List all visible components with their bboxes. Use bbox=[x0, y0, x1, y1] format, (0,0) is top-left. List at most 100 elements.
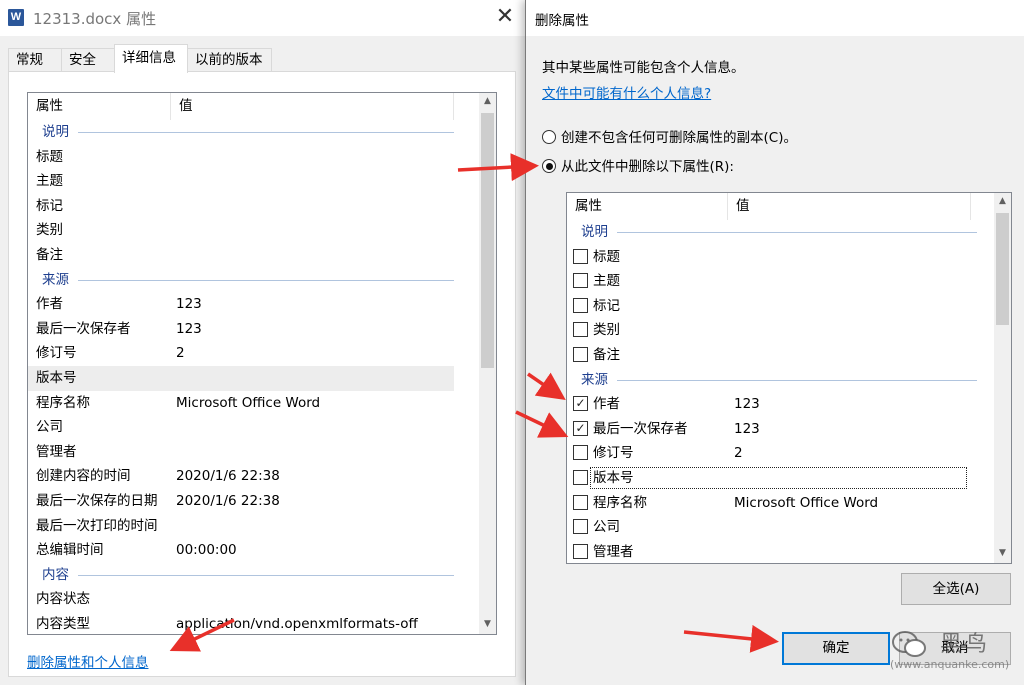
checkbox[interactable] bbox=[573, 297, 588, 313]
table-row[interactable]: 修订号 2 bbox=[28, 341, 454, 366]
property-name: 类别 bbox=[593, 322, 620, 339]
table-row[interactable]: 程序名称 Microsoft Office Word bbox=[567, 491, 977, 516]
checkbox-checked[interactable]: ✓ bbox=[573, 420, 588, 436]
table-row[interactable]: 内容状态 bbox=[28, 587, 454, 612]
table-row[interactable]: 类别 bbox=[567, 318, 977, 343]
table-row[interactable]: 作者 123 bbox=[28, 292, 454, 317]
table-row[interactable]: 备注 bbox=[28, 243, 454, 268]
property-rows: 说明 标题 主题 标记 类别 备注 来源 作者 123 最后一次保存者 123 修订号 2 版本号 程序名称… bbox=[28, 120, 454, 634]
checkbox[interactable] bbox=[573, 543, 588, 559]
scroll-down-arrow-icon[interactable]: ▼ bbox=[479, 616, 496, 633]
checkbox[interactable] bbox=[573, 519, 588, 535]
scroll-down-arrow-icon[interactable]: ▼ bbox=[994, 545, 1011, 562]
focus-rectangle bbox=[590, 466, 967, 489]
remove-properties-dialog: 删除属性 其中某些属性可能包含个人信息。 文件中可能有什么个人信息? 创建不包含… bbox=[525, 0, 1024, 685]
property-value: Microsoft Office Word bbox=[176, 394, 321, 411]
column-header-property[interactable]: 属性 bbox=[28, 93, 171, 120]
column-header-value[interactable]: 值 bbox=[728, 193, 971, 220]
property-name: 公司 bbox=[593, 519, 620, 536]
checkbox[interactable] bbox=[573, 494, 588, 510]
table-row[interactable]: 最后一次打印的时间 bbox=[28, 514, 454, 539]
checkbox[interactable] bbox=[573, 322, 588, 338]
table-row[interactable]: 修订号 2 bbox=[567, 441, 977, 466]
property-list[interactable]: 属性 值 说明标题主题标记类别 备注来源作者 123 最后一次保存者 123 修订号 2 版本… bbox=[27, 92, 497, 635]
table-row[interactable]: 程序名称 Microsoft Office Word bbox=[28, 391, 454, 416]
table-row[interactable]: ✓ 最后一次保存者 123 bbox=[567, 417, 977, 442]
properties-window: W 12313.docx 属性 ✕ 常规 安全 详细信息 以前的版本 属性 值 … bbox=[0, 0, 526, 685]
group-header-label: 内容 bbox=[42, 566, 69, 583]
table-row[interactable]: 最后一次保存者 123 bbox=[28, 317, 454, 342]
property-name: 标记 bbox=[36, 197, 63, 214]
table-row[interactable]: 标记 bbox=[28, 194, 454, 219]
select-all-button[interactable]: 全选(A) bbox=[901, 573, 1011, 605]
table-row[interactable]: 标题 bbox=[28, 145, 454, 170]
checkbox-checked[interactable]: ✓ bbox=[573, 396, 588, 412]
tab-previous-versions[interactable]: 以前的版本 bbox=[187, 48, 272, 73]
group-divider bbox=[78, 132, 454, 133]
option-remove-from-file[interactable]: 从此文件中删除以下属性(R): bbox=[542, 157, 734, 177]
info-text: 其中某些属性可能包含个人信息。 bbox=[542, 60, 745, 76]
table-row[interactable]: 主题 bbox=[567, 269, 977, 294]
scrollbar-thumb[interactable] bbox=[481, 113, 494, 368]
table-row[interactable]: 公司 bbox=[567, 515, 977, 540]
table-row[interactable]: 管理者 bbox=[567, 540, 977, 563]
column-header-value[interactable]: 值 bbox=[171, 93, 454, 120]
property-name: 内容类型 bbox=[36, 615, 90, 632]
property-name: 修订号 bbox=[36, 345, 77, 362]
property-name: 管理者 bbox=[593, 543, 634, 560]
property-name: 程序名称 bbox=[36, 394, 90, 411]
table-row[interactable]: 版本号 bbox=[28, 365, 454, 391]
table-row[interactable]: 类别 bbox=[28, 218, 454, 243]
property-value: 2020/1/6 22:38 bbox=[176, 468, 280, 485]
tab-details[interactable]: 详细信息 bbox=[114, 44, 188, 73]
dialog-title-bar: 删除属性 bbox=[526, 0, 1024, 36]
table-row[interactable]: 版本号 bbox=[567, 466, 977, 491]
group-header-label: 说明 bbox=[42, 124, 69, 140]
option-create-copy[interactable]: 创建不包含任何可删除属性的副本(C)。 bbox=[542, 128, 797, 148]
table-row[interactable]: 创建内容的时间 2020/1/6 22:38 bbox=[28, 464, 454, 489]
checkbox[interactable] bbox=[573, 469, 588, 485]
close-icon[interactable]: ✕ bbox=[490, 4, 520, 30]
scrollbar-thumb[interactable] bbox=[996, 213, 1009, 325]
title-bar: W 12313.docx 属性 ✕ bbox=[0, 0, 526, 36]
property-name: 最后一次保存者 bbox=[593, 420, 688, 437]
tab-general[interactable]: 常规 bbox=[8, 48, 62, 73]
group-header: 来源 bbox=[28, 268, 454, 293]
table-row[interactable]: 最后一次保存的日期 2020/1/6 22:38 bbox=[28, 489, 454, 514]
radio-remove-from-file[interactable] bbox=[542, 159, 556, 173]
vertical-scrollbar[interactable]: ▲ ▼ bbox=[479, 93, 496, 634]
checkbox[interactable] bbox=[573, 248, 588, 264]
group-divider bbox=[78, 574, 454, 576]
property-name: 内容状态 bbox=[36, 591, 90, 608]
table-row[interactable]: 总编辑时间 00:00:00 bbox=[28, 538, 454, 563]
property-name: 标题 bbox=[36, 148, 63, 165]
checkbox[interactable] bbox=[573, 273, 588, 289]
word-document-icon: W bbox=[8, 9, 24, 26]
scroll-up-arrow-icon[interactable]: ▲ bbox=[994, 193, 1011, 210]
table-row[interactable]: 管理者 bbox=[28, 440, 454, 465]
table-row[interactable]: 备注 bbox=[567, 343, 977, 368]
ok-button[interactable]: 确定 bbox=[782, 632, 890, 665]
personal-info-help-link[interactable]: 文件中可能有什么个人信息? bbox=[542, 82, 711, 102]
cancel-button[interactable]: 取消 bbox=[899, 632, 1011, 665]
table-row[interactable]: 内容类型 application/vnd.openxmlformats-off bbox=[28, 612, 454, 634]
radio-create-copy[interactable] bbox=[542, 130, 556, 144]
table-row[interactable]: 标记 bbox=[567, 294, 977, 319]
tab-security[interactable]: 安全 bbox=[61, 48, 115, 73]
remove-properties-link[interactable]: 删除属性和个人信息 bbox=[27, 651, 149, 671]
table-row[interactable]: 公司 bbox=[28, 415, 454, 440]
vertical-scrollbar[interactable]: ▲ ▼ bbox=[994, 193, 1011, 563]
table-row[interactable]: ✓ 作者 123 bbox=[567, 392, 977, 417]
table-row[interactable]: 主题 bbox=[28, 169, 454, 194]
group-header-label: 来源 bbox=[42, 271, 69, 288]
option-remove-from-file-label: 从此文件中删除以下属性(R): bbox=[561, 159, 734, 175]
checkbox[interactable] bbox=[573, 445, 588, 461]
column-header-property[interactable]: 属性 bbox=[567, 193, 728, 220]
removable-property-list[interactable]: 属性 值 说明 标题 主题 标记 类别 备注 来源 ✓ 作者 123 ✓ 最后一次保存者 123 修订号 2… bbox=[566, 192, 1012, 564]
property-name: 作者 bbox=[36, 296, 63, 313]
property-name: 备注 bbox=[593, 346, 620, 363]
table-row[interactable]: 标题 bbox=[567, 245, 977, 270]
group-divider bbox=[78, 279, 454, 281]
scroll-up-arrow-icon[interactable]: ▲ bbox=[479, 93, 496, 110]
checkbox[interactable] bbox=[573, 346, 588, 362]
